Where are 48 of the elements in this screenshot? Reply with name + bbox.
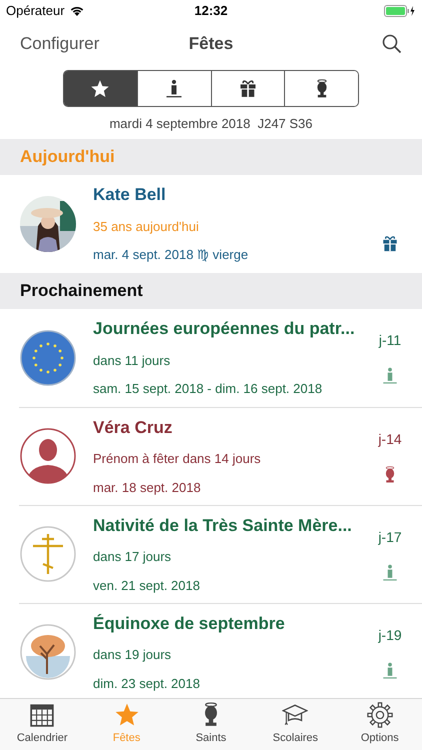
event-title: Véra Cruz xyxy=(93,416,174,439)
clock-time: 12:32 xyxy=(194,2,228,20)
event-date: ven. 21 sept. 2018 xyxy=(93,576,201,595)
tab-bar-item[interactable]: Options xyxy=(338,699,422,750)
countdown: j-14 xyxy=(378,430,402,449)
tree-icon xyxy=(20,624,76,680)
event-title: Journées européennes du patr... xyxy=(93,318,356,340)
countdown: j-17 xyxy=(378,528,402,547)
person-icon xyxy=(20,428,76,484)
event-title: Kate Bell xyxy=(93,184,167,206)
search-icon[interactable] xyxy=(382,34,402,54)
gift-icon xyxy=(238,78,258,98)
section-header: Aujourd'hui xyxy=(20,146,115,168)
candle-icon xyxy=(381,564,399,582)
countdown: j-19 xyxy=(378,626,402,645)
battery-icon xyxy=(384,5,416,17)
event-subtitle: Prénom à fêter dans 14 jours xyxy=(93,450,262,468)
event-title: Équinoxe de septembre xyxy=(93,612,286,635)
tab-bar-item[interactable]: Scolaires xyxy=(253,699,338,750)
event-date: dim. 23 sept. 2018 xyxy=(93,674,201,693)
segment-tab[interactable] xyxy=(64,71,137,106)
cross-icon xyxy=(20,526,76,582)
section-header: Prochainement xyxy=(20,280,143,302)
event-date: mar. 18 sept. 2018 xyxy=(93,478,202,497)
event-date: mar. 4 sept. 2018 ♍ vierge xyxy=(93,246,250,264)
wifi-icon xyxy=(68,5,85,17)
event-date: sam. 15 sept. 2018 - dim. 16 sept. 2018 xyxy=(93,380,324,398)
event-subtitle: dans 19 jours xyxy=(93,646,172,664)
star-icon xyxy=(90,78,110,98)
event-subtitle: 35 ans aujourd'hui xyxy=(93,218,200,236)
flag-icon xyxy=(20,330,76,386)
candle-icon xyxy=(381,367,399,385)
candle-icon xyxy=(164,78,184,98)
segment-tab[interactable] xyxy=(284,71,358,106)
gift-icon xyxy=(381,234,399,252)
tab-bar-item[interactable]: Calendrier xyxy=(0,699,84,750)
configure-button[interactable]: Configurer xyxy=(20,31,130,57)
candle-icon xyxy=(381,662,399,680)
date-line: mardi 4 septembre 2018 J247 S36 xyxy=(109,115,313,133)
countdown: j-11 xyxy=(378,331,402,350)
page-title: Fêtes xyxy=(188,33,234,56)
gear-icon xyxy=(366,702,393,728)
calendar-icon xyxy=(29,702,56,728)
event-subtitle: dans 11 jours xyxy=(93,352,172,370)
event-title: Nativité de la Très Sainte Mère... xyxy=(93,514,353,537)
event-subtitle: dans 17 jours xyxy=(93,548,172,566)
carrier-name: Opérateur xyxy=(6,2,65,20)
tab-bar-item[interactable]: Saints xyxy=(168,699,254,750)
